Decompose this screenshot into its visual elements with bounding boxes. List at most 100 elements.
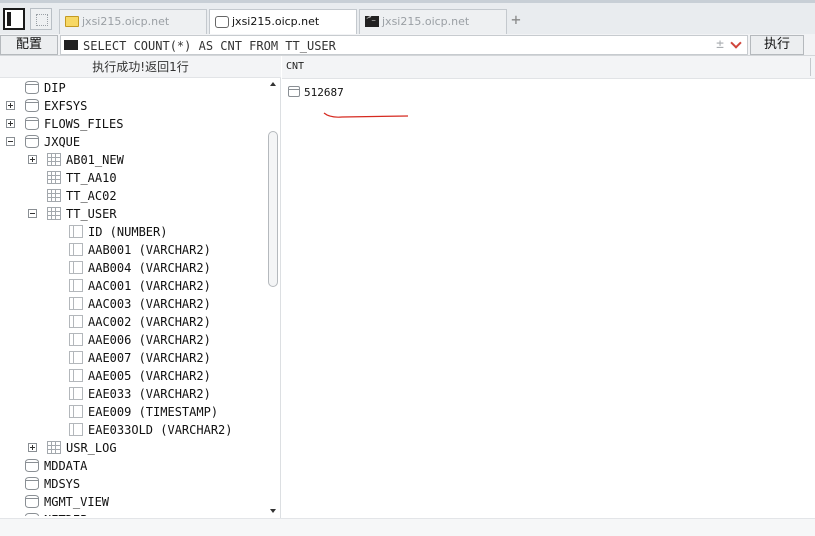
tree-item-label: AAE006 (VARCHAR2) <box>88 333 211 347</box>
tree-item-label: TT_AA10 <box>66 171 117 185</box>
new-connection-icon[interactable] <box>30 8 52 30</box>
tree-item-label: EAE033 (VARCHAR2) <box>88 387 211 401</box>
expand-icon[interactable] <box>28 443 37 452</box>
tab-database[interactable]: jxsi215.oicp.net <box>209 9 357 37</box>
status-message: 执行成功!返回1行 <box>0 56 281 78</box>
schema-icon <box>25 135 39 148</box>
tree-item[interactable]: MGMT_VIEW <box>0 493 262 511</box>
tree-item-label: AAC002 (VARCHAR2) <box>88 315 211 329</box>
tree-item-label: NETDEP <box>44 511 87 516</box>
expand-icon[interactable] <box>6 101 15 110</box>
red-annotation-mark <box>323 112 409 118</box>
folder-icon <box>65 16 79 27</box>
tree-item[interactable]: AAE006 (VARCHAR2) <box>0 331 262 349</box>
tree-item[interactable]: TT_USER <box>0 205 262 223</box>
schema-icon <box>25 99 39 112</box>
tree-scrollbar[interactable] <box>266 79 280 516</box>
tree-item[interactable]: TT_AA10 <box>0 169 262 187</box>
tree-item[interactable]: USR_LOG <box>0 439 262 457</box>
schema-icon <box>25 513 39 516</box>
bottom-status-strip <box>0 518 815 536</box>
scroll-up-icon[interactable] <box>270 82 276 86</box>
tree-item[interactable]: DIP <box>0 79 262 97</box>
table-icon <box>47 171 61 184</box>
tree-item[interactable]: JXQUE <box>0 133 262 151</box>
tab-label: jxsi215.oicp.net <box>232 15 320 28</box>
tree-item-label: AAC001 (VARCHAR2) <box>88 279 211 293</box>
tree-item[interactable]: AAE007 (VARCHAR2) <box>0 349 262 367</box>
tree-item[interactable]: EAE033OLD (VARCHAR2) <box>0 421 262 439</box>
tree-item-label: MDDATA <box>44 459 88 473</box>
result-grid: CNT 512687 <box>282 56 815 518</box>
tree-item-label: MDSYS <box>44 477 81 491</box>
expand-icon[interactable] <box>28 155 37 164</box>
collapse-icon[interactable] <box>28 209 37 218</box>
row-icon <box>288 86 300 97</box>
cnt-cell[interactable]: 512687 <box>304 86 344 99</box>
object-tree: DIP EXFSYS FLOWS_FILES JXQUE AB01_NEW TT_AA10… <box>0 79 266 516</box>
column-icon <box>69 333 83 346</box>
table-icon <box>47 207 61 220</box>
column-icon <box>69 351 83 364</box>
execute-button[interactable]: 执行 <box>750 35 804 55</box>
table-row[interactable]: 512687 <box>282 82 815 102</box>
schema-icon <box>25 117 39 130</box>
tree-item[interactable]: EAE009 (TIMESTAMP) <box>0 403 262 421</box>
config-button[interactable]: 配置 <box>0 35 58 55</box>
add-tab-icon[interactable]: + <box>509 12 523 28</box>
scroll-thumb[interactable] <box>268 131 278 287</box>
column-icon <box>69 369 83 382</box>
tree-item-label: DIP <box>44 81 66 95</box>
tree-item-label: MGMT_VIEW <box>44 495 110 509</box>
tree-item-label: AAE007 (VARCHAR2) <box>88 351 211 365</box>
tab-label: jxsi215.oicp.net <box>382 15 470 28</box>
tree-item[interactable]: ID (NUMBER) <box>0 223 262 241</box>
tree-item[interactable]: AAE005 (VARCHAR2) <box>0 367 262 385</box>
tree-item[interactable]: FLOWS_FILES <box>0 115 262 133</box>
schema-icon <box>25 459 39 472</box>
sql-input-box: ± <box>60 35 748 55</box>
tab-folder[interactable]: jxsi215.oicp.net <box>59 9 207 35</box>
app-window: jxsi215.oicp.net jxsi215.oicp.net jxsi21… <box>0 0 815 536</box>
schema-icon <box>25 81 39 94</box>
tree-item[interactable]: MDSYS <box>0 475 262 493</box>
tree-item[interactable]: AAC003 (VARCHAR2) <box>0 295 262 313</box>
collapse-icon[interactable] <box>6 137 15 146</box>
chevron-down-icon[interactable] <box>731 39 743 49</box>
tree-item[interactable]: NETDEP <box>0 511 262 516</box>
tree-item[interactable]: AAB004 (VARCHAR2) <box>0 259 262 277</box>
schema-icon <box>25 477 39 490</box>
sql-input[interactable] <box>83 37 703 54</box>
tree-item-label: EXFSYS <box>44 99 88 113</box>
column-icon <box>69 261 83 274</box>
tree-item-label: AAB001 (VARCHAR2) <box>88 243 211 257</box>
panel-toggle-icon[interactable] <box>3 8 25 30</box>
terminal-icon <box>64 40 78 50</box>
tree-item[interactable]: AAB001 (VARCHAR2) <box>0 241 262 259</box>
tree-item[interactable]: EAE033 (VARCHAR2) <box>0 385 262 403</box>
tree-item[interactable]: AB01_NEW <box>0 151 262 169</box>
column-icon <box>69 225 83 238</box>
query-toolbar: 配置 ± 执行 <box>0 34 815 56</box>
column-icon <box>69 243 83 256</box>
tab-terminal[interactable]: jxsi215.oicp.net <box>359 9 507 35</box>
tree-item-label: AB01_NEW <box>66 153 124 167</box>
tree-item[interactable]: MDDATA <box>0 457 262 475</box>
tree-item[interactable]: TT_AC02 <box>0 187 262 205</box>
column-resize-handle[interactable] <box>810 58 813 76</box>
tree-item[interactable]: AAC002 (VARCHAR2) <box>0 313 262 331</box>
column-header-cnt[interactable]: CNT <box>286 61 304 72</box>
scroll-down-icon[interactable] <box>270 509 276 513</box>
column-icon <box>69 297 83 310</box>
table-icon <box>47 153 61 166</box>
plus-minus-icon[interactable]: ± <box>713 36 727 53</box>
expand-icon[interactable] <box>6 119 15 128</box>
tree-item-label: FLOWS_FILES <box>44 117 124 131</box>
tree-item-label: AAC003 (VARCHAR2) <box>88 297 211 311</box>
tree-item-label: TT_USER <box>66 207 117 221</box>
tree-item[interactable]: AAC001 (VARCHAR2) <box>0 277 262 295</box>
object-tree-panel: 执行成功!返回1行 DIP EXFSYS FLOWS_FILES JXQUE AB01_… <box>0 56 281 518</box>
tree-item[interactable]: EXFSYS <box>0 97 262 115</box>
tree-item-label: TT_AC02 <box>66 189 117 203</box>
table-icon <box>47 441 61 454</box>
